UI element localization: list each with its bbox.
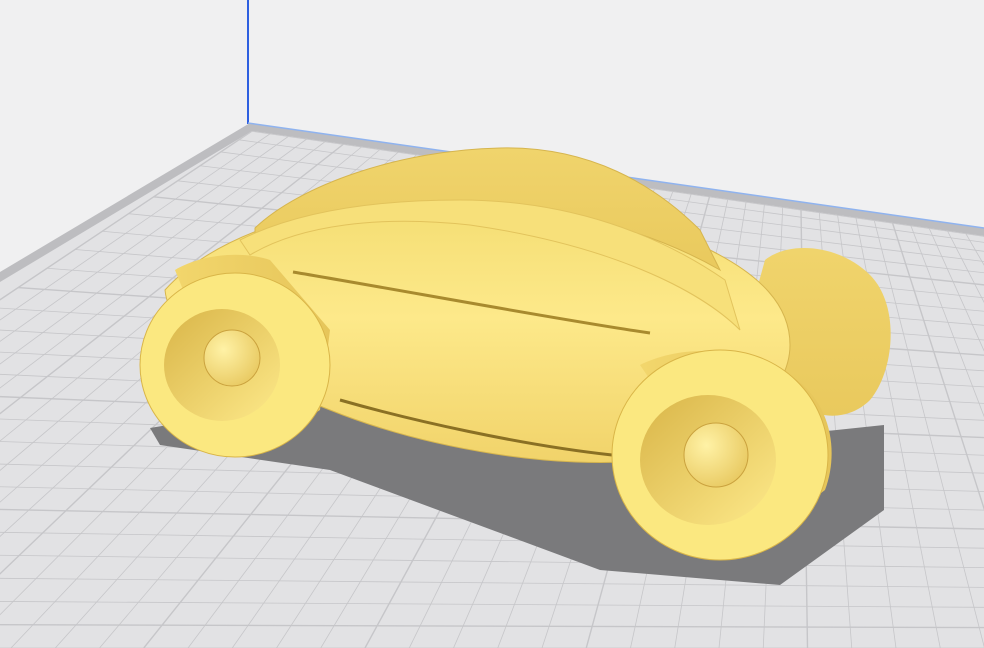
- scene-canvas[interactable]: [0, 0, 984, 648]
- 3d-viewport[interactable]: [0, 0, 984, 648]
- front-hub: [683, 422, 749, 488]
- rear-hub: [203, 329, 261, 387]
